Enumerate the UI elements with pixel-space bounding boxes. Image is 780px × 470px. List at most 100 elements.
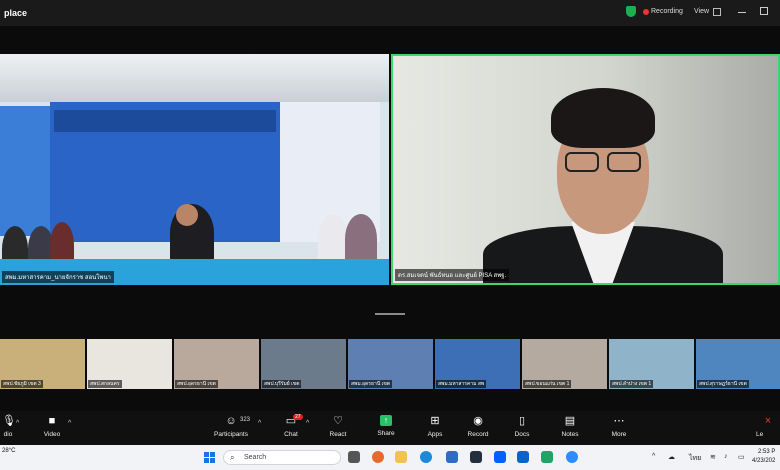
outlook-icon[interactable] [517,451,529,463]
docs-button[interactable]: ▯ Docs [500,413,544,443]
weather-widget[interactable]: 28°C [2,447,15,456]
react-label: React [329,431,347,438]
edge-icon[interactable] [420,451,432,463]
thumbnail-tile[interactable]: สพป.ขอนแก่น เขต 1 [522,339,607,389]
thumbnail-tile[interactable]: สพป.อุดรธานี เขต [174,339,259,389]
chrome-icon[interactable] [372,451,384,463]
language-indicator[interactable]: ไทย [689,453,701,464]
system-clock[interactable]: 2:53 P 4/23/202 [752,448,775,466]
share-arrow-icon: ↑ [380,415,392,426]
participant-name-tag: สพม.มหาสารคาม_นายจักราช สอนโพนา [2,271,114,283]
chevron-up-icon[interactable]: ^ [16,420,19,427]
video-tile-meeting-room[interactable]: สพม.มหาสารคาม_นายจักราช สอนโพนา [0,54,389,285]
more-button[interactable]: ⋯ More [597,413,641,443]
speaker-name-tag: ดร.สมเจตน์ พันธ์หนอ และศูนย์ PISA สพฐ. [395,269,510,281]
record-icon: ◉ [473,415,483,427]
taskbar-search[interactable]: ⌕ Search [223,450,341,465]
thumbnail-label: สพป.สกลนคร [88,380,122,388]
store-icon[interactable] [446,451,458,463]
docs-label: Docs [514,431,530,438]
thumbnail-tile[interactable]: สพป.ลำปาง เขต 1 [609,339,694,389]
record-button[interactable]: ◉ Record [456,413,500,443]
apps-icon: ⊞ [430,415,440,427]
share-label: Share [377,430,395,437]
chat-label: Chat [284,431,298,438]
audio-button[interactable]: 🎙 dio [0,413,30,443]
camera-icon: ■ [48,415,56,427]
microphone-muted-icon: 🎙 [2,415,16,427]
search-icon: ⌕ [230,453,235,462]
more-label: More [611,431,627,438]
search-placeholder: Search [244,454,267,461]
chevron-up-icon[interactable]: ^ [306,420,309,427]
temperature: 28°C [2,448,16,454]
excel-icon[interactable] [541,451,553,463]
participant-thumbnail-strip: สพป.ชัยภูมิ เขต 3 สพป.สกลนคร สพป.อุดรธาน… [0,339,780,389]
security-shield-icon[interactable] [626,6,636,17]
room-banner-left [0,106,50,236]
record-label: Record [467,431,489,438]
notes-button[interactable]: ▤ Notes [548,413,592,443]
participant-figure [318,214,348,264]
notes-icon: ▤ [564,415,576,427]
chevron-up-icon[interactable]: ^ [68,420,71,427]
windows-taskbar: 28°C ⌕ Search ^ ☁ ไทย ≋ ♪ ▭ 2:53 P 4/23/… [0,445,780,470]
more-dots-icon: ⋯ [613,415,625,427]
participant-face [176,204,198,226]
file-explorer-icon[interactable] [395,451,407,463]
participant-figure [345,214,377,264]
document-icon: ▯ [518,415,526,427]
volume-icon[interactable]: ♪ [724,453,728,460]
video-button[interactable]: ■ Video [30,413,74,443]
share-button[interactable]: ↑ Share [364,413,408,443]
tray-chevron-icon[interactable]: ^ [652,453,655,460]
thumbnail-label: สพป.ลำปาง เขต 1 [610,380,654,388]
wifi-icon[interactable]: ≋ [710,453,716,461]
leave-button[interactable]: × Le [756,413,780,443]
thumbnail-label: สพป.ขอนแก่น เขต 1 [523,380,572,388]
thumbnail-tile[interactable]: สพป.สุราษฎร์ธานี เขต [696,339,780,389]
clock-date: 4/23/202 [752,458,776,464]
speaker-glasses [607,152,641,172]
thumbnail-label: สพป.สุราษฎร์ธานี เขต [697,380,749,388]
dropbox-icon[interactable] [494,451,506,463]
gallery-resize-handle[interactable] [375,313,405,315]
recording-label[interactable]: Recording [651,8,683,15]
participants-label: Participants [214,431,248,438]
notes-label: Notes [561,431,579,438]
speaker-hair [551,88,655,148]
clock-time: 2:53 P [758,449,776,455]
thumbnail-label: สพม.อุดรธานี เขต [349,380,393,388]
react-button[interactable]: ♡ React [316,413,360,443]
cloud-icon[interactable]: ☁ [668,453,675,461]
thumbnail-tile[interactable]: สพป.บุรีรัมย์ เขต [261,339,346,389]
apps-button[interactable]: ⊞ Apps [413,413,457,443]
meeting-controls: 🎙 dio ^ ■ Video ^ ☺ Participants 323 ^ ▭… [0,411,780,445]
chat-button[interactable]: ▭ Chat [269,413,313,443]
task-view-icon[interactable] [348,451,360,463]
banner-heading-stripe [54,110,276,132]
video-tile-active-speaker[interactable]: ดร.สมเจตน์ พันธ์หนอ และศูนย์ PISA สพฐ. [391,54,780,285]
battery-icon[interactable]: ▭ [738,453,745,461]
minimize-icon[interactable] [738,12,746,13]
zoom-icon[interactable] [566,451,578,463]
view-button[interactable]: View [694,8,709,15]
thumbnail-tile[interactable]: สพป.สกลนคร [87,339,172,389]
thumbnail-tile[interactable]: สพม.มหาสารคาม สพ [435,339,520,389]
window-title: place [4,8,28,18]
thumbnail-label: สพป.บุรีรัมย์ เขต [262,380,302,388]
view-grid-icon[interactable] [713,8,721,16]
audio-label: dio [3,431,13,438]
windows-start-icon[interactable] [204,452,215,463]
speaker-glasses [565,152,599,172]
participants-count: 323 [240,417,251,423]
thumbnail-label: สพป.อุดรธานี เขต [175,380,218,388]
chevron-up-icon[interactable]: ^ [258,420,261,427]
amazon-icon[interactable] [470,451,482,463]
thumbnail-tile[interactable]: สพม.อุดรธานี เขต [348,339,433,389]
thumbnail-tile[interactable]: สพป.ชัยภูมิ เขต 3 [0,339,85,389]
maximize-icon[interactable] [760,7,768,15]
apps-label: Apps [427,431,443,438]
room-ceiling [0,54,389,102]
chat-unread-badge: 27 [293,414,303,420]
